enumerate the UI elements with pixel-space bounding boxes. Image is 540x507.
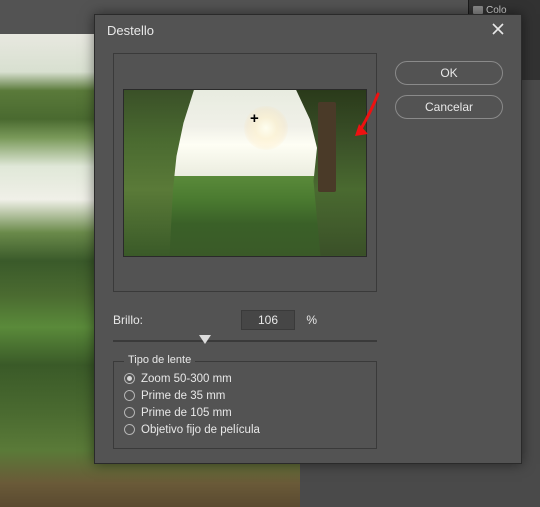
lens-radio-label: Objetivo fijo de película bbox=[141, 424, 260, 436]
lens-radio-option[interactable]: Prime de 105 mm bbox=[124, 404, 366, 421]
brightness-input[interactable] bbox=[241, 310, 295, 330]
lens-type-legend: Tipo de lente bbox=[124, 354, 195, 366]
radio-icon bbox=[124, 390, 135, 401]
lens-radio-option[interactable]: Objetivo fijo de película bbox=[124, 421, 366, 438]
radio-icon bbox=[124, 424, 135, 435]
lens-radio-option[interactable]: Zoom 50-300 mm bbox=[124, 370, 366, 387]
dialog-titlebar[interactable]: Destello bbox=[95, 15, 521, 45]
lens-radio-option[interactable]: Prime de 35 mm bbox=[124, 387, 366, 404]
lens-flare-dialog: Destello + bbox=[94, 14, 522, 464]
brightness-slider[interactable] bbox=[113, 334, 377, 347]
cancel-button[interactable]: Cancelar bbox=[395, 95, 503, 119]
close-button[interactable] bbox=[483, 15, 513, 45]
lens-radio-label: Prime de 35 mm bbox=[141, 390, 225, 402]
ok-button[interactable]: OK bbox=[395, 61, 503, 85]
close-icon bbox=[491, 22, 505, 39]
lens-type-group: Tipo de lente Zoom 50-300 mmPrime de 35 … bbox=[113, 361, 377, 449]
preview-box: + bbox=[113, 53, 377, 292]
lens-radio-label: Zoom 50-300 mm bbox=[141, 373, 232, 385]
radio-icon bbox=[124, 407, 135, 418]
flare-preview[interactable]: + bbox=[123, 89, 367, 257]
lens-radio-label: Prime de 105 mm bbox=[141, 407, 232, 419]
radio-icon bbox=[124, 373, 135, 384]
brightness-unit: % bbox=[303, 313, 317, 327]
dialog-title: Destello bbox=[107, 23, 483, 38]
brightness-label: Brillo: bbox=[113, 313, 233, 327]
